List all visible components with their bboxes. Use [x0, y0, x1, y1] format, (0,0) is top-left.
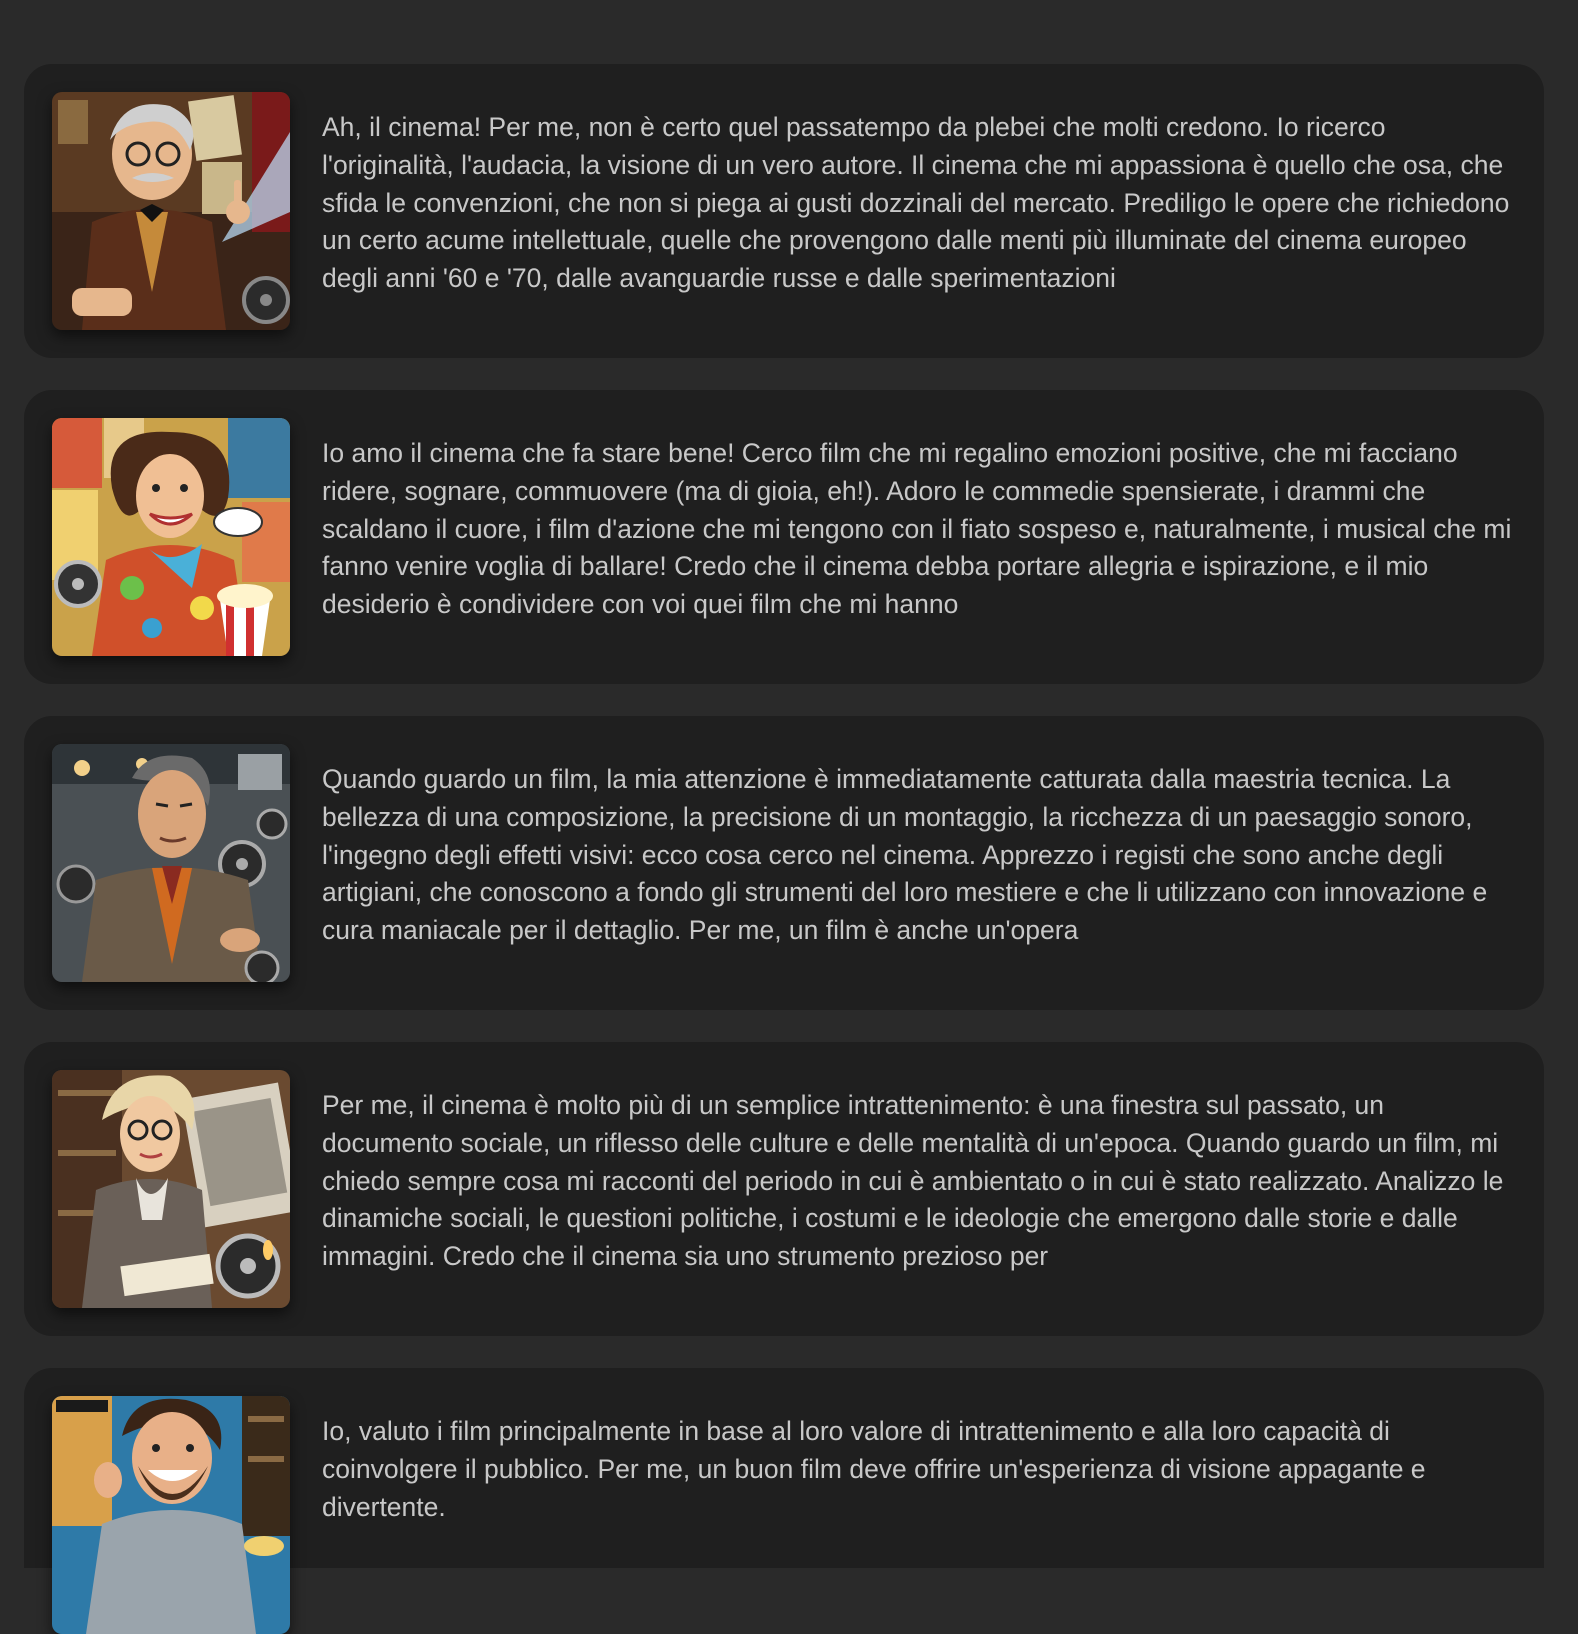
profile-card[interactable]: Io, valuto i film principalmente in base…	[24, 1368, 1544, 1634]
profile-description: Quando guardo un film, la mia attenzione…	[322, 764, 1488, 946]
profile-card[interactable]: Per me, il cinema è molto più di un semp…	[24, 1042, 1544, 1336]
cinephile-intellectual-portrait-icon	[52, 92, 290, 330]
profile-description: Per me, il cinema è molto più di un semp…	[322, 1090, 1504, 1272]
cheerful-moviegoer-portrait-icon	[52, 418, 290, 656]
entertainment-fan-portrait-icon	[52, 1396, 290, 1634]
profile-description: Io, valuto i film principalmente in base…	[322, 1416, 1426, 1522]
technical-craftsman-portrait-icon	[52, 744, 290, 982]
film-historian-portrait-icon	[52, 1070, 290, 1308]
profile-card[interactable]: Io amo il cinema che fa stare bene! Cerc…	[24, 390, 1544, 684]
profile-description: Ah, il cinema! Per me, non è certo quel …	[322, 112, 1510, 294]
profile-description: Io amo il cinema che fa stare bene! Cerc…	[322, 438, 1512, 620]
profile-card[interactable]: Quando guardo un film, la mia attenzione…	[24, 716, 1544, 1010]
profile-card[interactable]: Ah, il cinema! Per me, non è certo quel …	[24, 64, 1544, 358]
profile-list: Ah, il cinema! Per me, non è certo quel …	[24, 64, 1544, 1634]
